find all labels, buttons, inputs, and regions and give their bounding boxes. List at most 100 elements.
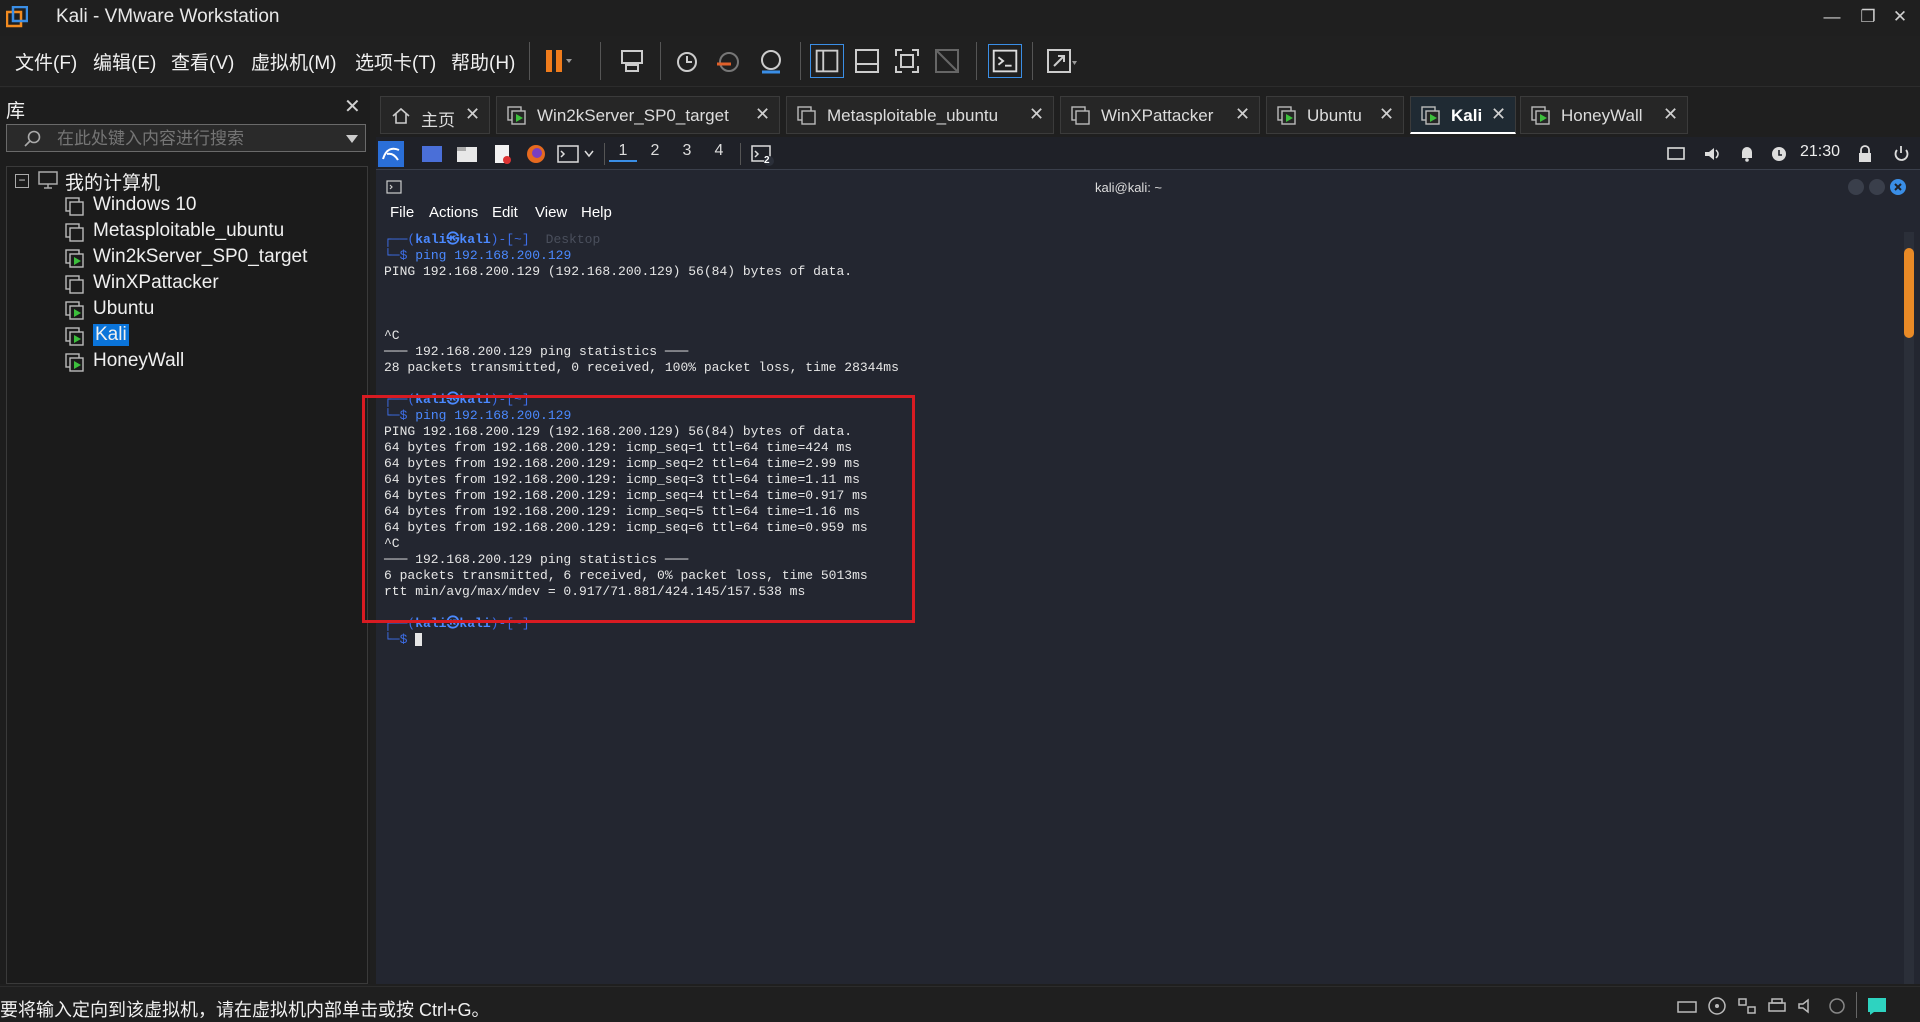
tab-close-icon[interactable]: ✕ [1663,104,1678,125]
tab-win2kserver-sp0-target[interactable]: Win2kServer_SP0_target ✕ [496,96,780,134]
sound-card-icon[interactable] [1796,996,1818,1016]
toolbar-separator [800,42,801,80]
chevron-down-icon[interactable] [345,134,359,144]
network-adapter-icon[interactable] [1736,996,1758,1016]
tab-close-icon[interactable]: ✕ [755,104,770,125]
tab-close-icon[interactable]: ✕ [1491,104,1506,125]
terminal-menu-edit[interactable]: Edit [492,204,518,221]
vm-item-honeywall[interactable]: HoneyWall [93,350,184,372]
menu-tabs[interactable]: 选项卡(T) [355,48,436,75]
terminal-title: kali@kali: ~ [1095,180,1163,195]
vm-icon [797,106,816,125]
vm-item-ubuntu[interactable]: Ubuntu [93,298,154,320]
tab-home[interactable]: 主页 ✕ [380,96,490,134]
chevron-down-icon[interactable] [584,150,594,158]
menu-view[interactable]: 查看(V) [171,48,234,75]
kali-menu-icon[interactable] [378,141,404,167]
vm-item-kali[interactable]: Kali [93,324,129,346]
console-view-icon[interactable] [988,44,1022,78]
pause-icon[interactable] [540,44,574,78]
tab-winxpattacker[interactable]: WinXPattacker ✕ [1060,96,1260,134]
minimize-button[interactable]: — [1812,4,1852,30]
terminal-scrollbar-track[interactable] [1904,232,1914,984]
terminal-menu-file[interactable]: File [390,204,414,221]
terminal-maximize-button[interactable] [1869,179,1885,195]
tab-ubuntu[interactable]: Ubuntu ✕ [1266,96,1404,134]
toolbar-separator [976,42,977,80]
tree-root-my-computer[interactable]: 我的计算机 [65,168,160,195]
terminal-close-icon[interactable] [1890,179,1906,195]
vm-running-icon [65,353,84,372]
volume-icon[interactable] [1702,145,1722,163]
notification-bell-icon[interactable] [1737,145,1757,163]
stretch-guest-icon[interactable] [1044,44,1078,78]
terminal-window-button-icon[interactable] [750,143,776,167]
close-window-button[interactable]: ✕ [1880,4,1920,30]
thumbnail-bar-icon[interactable] [850,44,884,78]
vm-running-icon [65,327,84,346]
terminal-menu-help[interactable]: Help [581,204,612,221]
vm-icon [1071,106,1090,125]
show-library-icon[interactable] [810,44,844,78]
tab-kali[interactable]: Kali ✕ [1410,96,1516,134]
unity-icon[interactable] [930,44,964,78]
firefox-icon[interactable] [524,143,548,165]
terminal-minimize-button[interactable] [1848,179,1864,195]
tab-close-icon[interactable]: ✕ [465,104,480,125]
library-search-input[interactable] [55,127,339,151]
tab-close-icon[interactable]: ✕ [1235,104,1250,125]
workspace-2[interactable]: 2 [641,142,669,160]
library-search[interactable] [6,124,366,152]
terminal-menu-view[interactable]: View [535,204,567,221]
snapshot-manager-icon[interactable] [754,44,788,78]
show-desktop-icon[interactable] [420,143,444,165]
output-line: ─── 192.168.200.129 ping statistics ─── [384,344,689,359]
vm-item-winxpattacker[interactable]: WinXPattacker [93,272,219,294]
text-editor-icon[interactable] [490,143,514,165]
vm-item-win2kserver-sp0-target[interactable]: Win2kServer_SP0_target [93,246,307,268]
my-computer-icon [38,171,58,189]
tab-metasploitable-ubuntu[interactable]: Metasploitable_ubuntu ✕ [786,96,1054,134]
workspace-4[interactable]: 4 [705,142,733,160]
panel-separator [604,143,605,165]
vm-running-icon [1531,106,1550,125]
send-ctrl-alt-del-icon[interactable] [616,44,650,78]
revert-snapshot-icon[interactable] [712,44,746,78]
library-close-button[interactable]: ✕ [344,94,361,119]
output-line: 28 packets transmitted, 0 received, 100%… [384,360,899,375]
snapshot-icon[interactable] [670,44,704,78]
cd-dvd-icon[interactable] [1706,996,1728,1016]
output-line: PING 192.168.200.129 (192.168.200.129) 5… [384,264,853,279]
display-icon[interactable] [1666,145,1686,163]
message-log-icon[interactable] [1866,996,1888,1016]
prompt-frame: ┌──( [384,232,416,247]
vm-item-windows-10[interactable]: Windows 10 [93,194,197,216]
lock-icon[interactable] [1856,145,1874,163]
workspace-1[interactable]: 1 [609,142,637,162]
hard-disk-icon[interactable] [1676,996,1698,1016]
tree-collapse-toggle[interactable]: − [15,174,29,188]
ghost-text: Desktop [545,232,601,247]
menu-help[interactable]: 帮助(H) [451,48,515,75]
usb-device-icon[interactable] [1826,996,1848,1016]
clock[interactable]: 21:30 [1800,143,1840,161]
vmware-logo-icon [6,6,28,28]
logout-icon[interactable] [1892,145,1910,163]
terminal-menu-actions[interactable]: Actions [429,204,478,221]
file-manager-icon[interactable] [455,143,479,165]
tab-honeywall[interactable]: HoneyWall ✕ [1520,96,1688,134]
workspace-3[interactable]: 3 [673,142,701,160]
tab-label: Kali [1451,106,1483,125]
tab-close-icon[interactable]: ✕ [1379,104,1394,125]
menu-vm[interactable]: 虚拟机(M) [251,48,336,75]
terminal-launcher-icon[interactable] [556,143,580,165]
vm-item-metasploitable-ubuntu[interactable]: Metasploitable_ubuntu [93,220,284,242]
menu-file[interactable]: 文件(F) [15,48,77,75]
terminal-scrollbar-thumb[interactable] [1904,248,1914,338]
menu-edit[interactable]: 编辑(E) [93,48,156,75]
power-manager-icon[interactable] [1770,145,1788,163]
tab-close-icon[interactable]: ✕ [1029,104,1044,125]
tab-label: Ubuntu [1307,106,1362,125]
printer-icon[interactable] [1766,996,1788,1016]
full-screen-icon[interactable] [890,44,924,78]
